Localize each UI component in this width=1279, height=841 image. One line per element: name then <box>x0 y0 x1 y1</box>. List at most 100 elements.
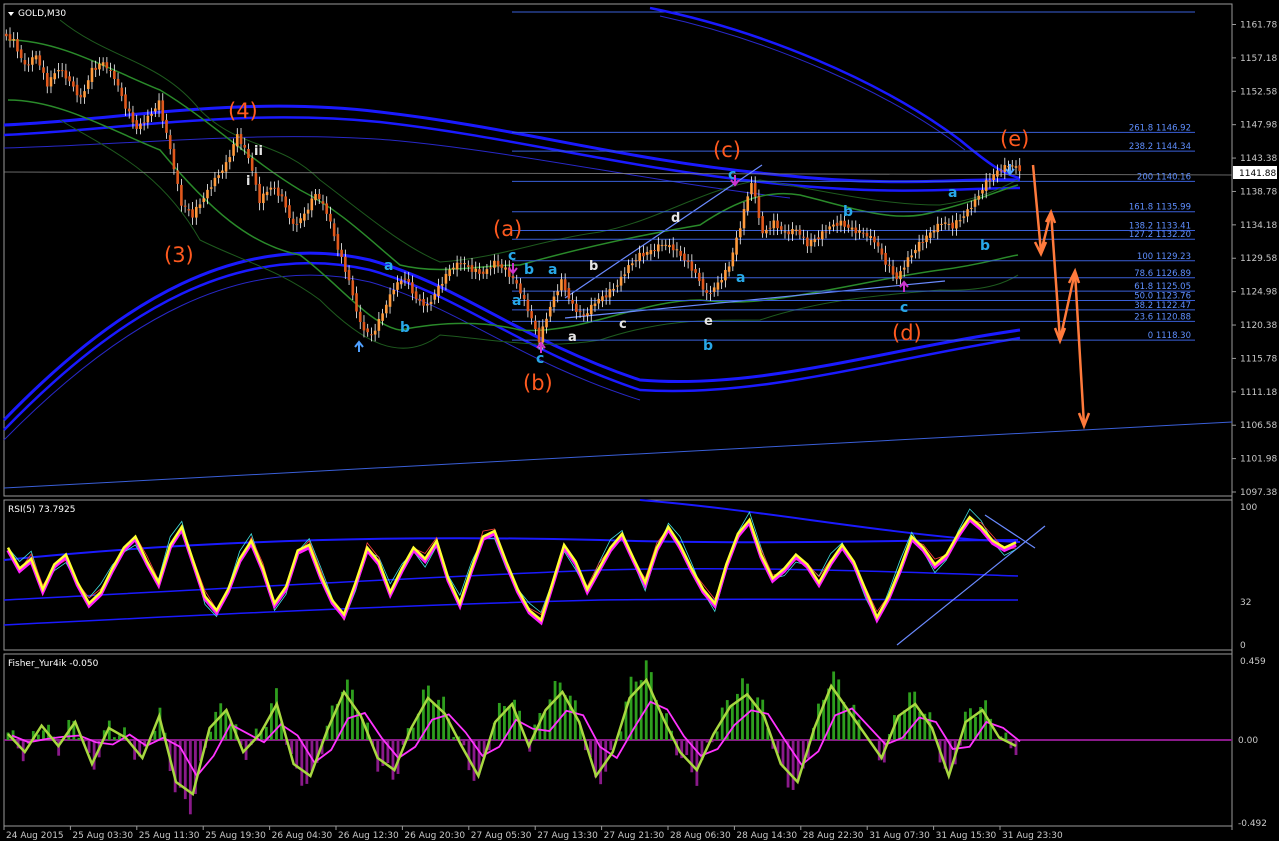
candle-body <box>925 235 928 243</box>
rsi-title: RSI(5) 73.7925 <box>8 505 75 515</box>
candle-body <box>746 196 750 211</box>
fisher-histogram-bar <box>761 699 765 740</box>
candle-body <box>593 303 597 307</box>
candle-body <box>567 288 571 299</box>
candle-body <box>828 226 832 230</box>
price-tick-label: 1138.78 <box>1240 187 1277 197</box>
candle-body <box>336 234 340 250</box>
fisher-histogram-bar <box>705 740 709 743</box>
candle-body <box>288 205 291 219</box>
candle-body <box>876 242 880 247</box>
candle-body <box>969 207 973 209</box>
candle-body <box>139 123 142 129</box>
candle-body <box>239 134 243 145</box>
candle-body <box>198 204 202 209</box>
rsi-scale-label: 100 <box>1240 503 1257 513</box>
candle-body <box>258 183 261 204</box>
fib-label: 200 1140.16 <box>1137 172 1191 182</box>
candle-body <box>813 239 817 243</box>
wave-minor-label: c <box>900 300 908 316</box>
candle-body <box>19 49 23 59</box>
fisher-histogram-bar <box>781 740 785 768</box>
candle-body <box>206 189 209 199</box>
candle-body <box>951 222 954 229</box>
wave-minor-label: b <box>400 320 410 336</box>
candle-body <box>243 144 247 148</box>
candle-body <box>522 294 526 299</box>
fisher-histogram-bar <box>715 731 719 740</box>
fisher-histogram-bar <box>543 712 547 740</box>
fisher-histogram-bar <box>969 708 972 740</box>
wave-minor-label: a <box>384 258 393 274</box>
candle-body <box>299 218 302 224</box>
candle-body <box>720 279 723 283</box>
candle-body <box>265 191 269 196</box>
wave-minor-label: c <box>536 351 544 367</box>
candle-body <box>958 220 962 222</box>
candle-body <box>325 203 329 214</box>
fisher-histogram-bar <box>553 680 557 740</box>
time-tick-label: 31 Aug 15:30 <box>936 831 997 841</box>
candle-body <box>321 201 325 204</box>
price-tick-label: 1124.98 <box>1240 288 1277 298</box>
fisher-histogram-bar <box>573 700 577 740</box>
candle-body <box>120 87 124 97</box>
candle-body <box>947 223 951 225</box>
candle-body <box>597 298 600 304</box>
fib-label: 127.2 1132.20 <box>1129 230 1191 240</box>
candle-body <box>865 232 869 237</box>
candle-body <box>630 263 634 266</box>
wave-white-label: b <box>589 259 598 274</box>
candle-body <box>649 250 653 255</box>
candle-body <box>68 76 71 82</box>
candle-body <box>168 135 172 149</box>
candle-body <box>344 256 347 272</box>
candle-body <box>124 94 127 109</box>
candle-body <box>273 187 276 189</box>
fisher-histogram-bar <box>188 740 192 815</box>
candle-body <box>83 91 86 98</box>
fisher-histogram-bar <box>695 740 699 786</box>
candle-body <box>604 295 608 298</box>
candle-body <box>496 260 500 267</box>
wave-minor-label: b <box>703 338 713 354</box>
fisher-histogram-bar <box>832 671 836 740</box>
candle-body <box>370 334 373 336</box>
price-tick-label: 1120.38 <box>1240 321 1277 331</box>
candle-body <box>668 245 671 248</box>
fib-label: 238.2 1144.34 <box>1129 142 1191 152</box>
candle-body <box>776 220 779 229</box>
candle-body <box>16 39 19 52</box>
candle-body <box>589 304 593 315</box>
fib-label: 261.8 1146.92 <box>1129 123 1191 133</box>
chevron-down-icon[interactable] <box>8 12 14 16</box>
time-tick-label: 28 Aug 14:30 <box>736 831 797 841</box>
candle-body <box>537 327 541 343</box>
candle-body <box>929 232 932 238</box>
fisher-histogram-bar <box>442 696 446 740</box>
time-tick-label: 24 Aug 2015 <box>6 831 64 841</box>
candle-body <box>943 222 947 224</box>
candle-body <box>638 252 641 262</box>
candle-body <box>157 100 161 110</box>
candle-body <box>753 183 757 197</box>
candle-body <box>794 229 798 232</box>
fisher-histogram-bar <box>1014 740 1018 756</box>
candle-body <box>116 78 120 86</box>
fib-label: 100 1129.23 <box>1137 252 1191 262</box>
candle-body <box>98 63 101 70</box>
candle-body <box>675 249 679 251</box>
price-tick-label: 1147.98 <box>1240 121 1277 131</box>
candle-body <box>72 81 75 87</box>
price-tick-label: 1143.38 <box>1240 154 1277 164</box>
candle-body <box>221 170 224 173</box>
price-tick-label: 1134.18 <box>1240 221 1277 231</box>
fisher-histogram-bar <box>427 685 430 740</box>
candle-body <box>582 314 586 316</box>
fisher-histogram-bar <box>751 700 755 740</box>
chart-title: GOLD,M30 <box>18 9 66 19</box>
candle-body <box>172 148 176 170</box>
candle-body <box>738 228 742 238</box>
candle-body <box>250 158 254 171</box>
candle-body <box>23 60 27 65</box>
